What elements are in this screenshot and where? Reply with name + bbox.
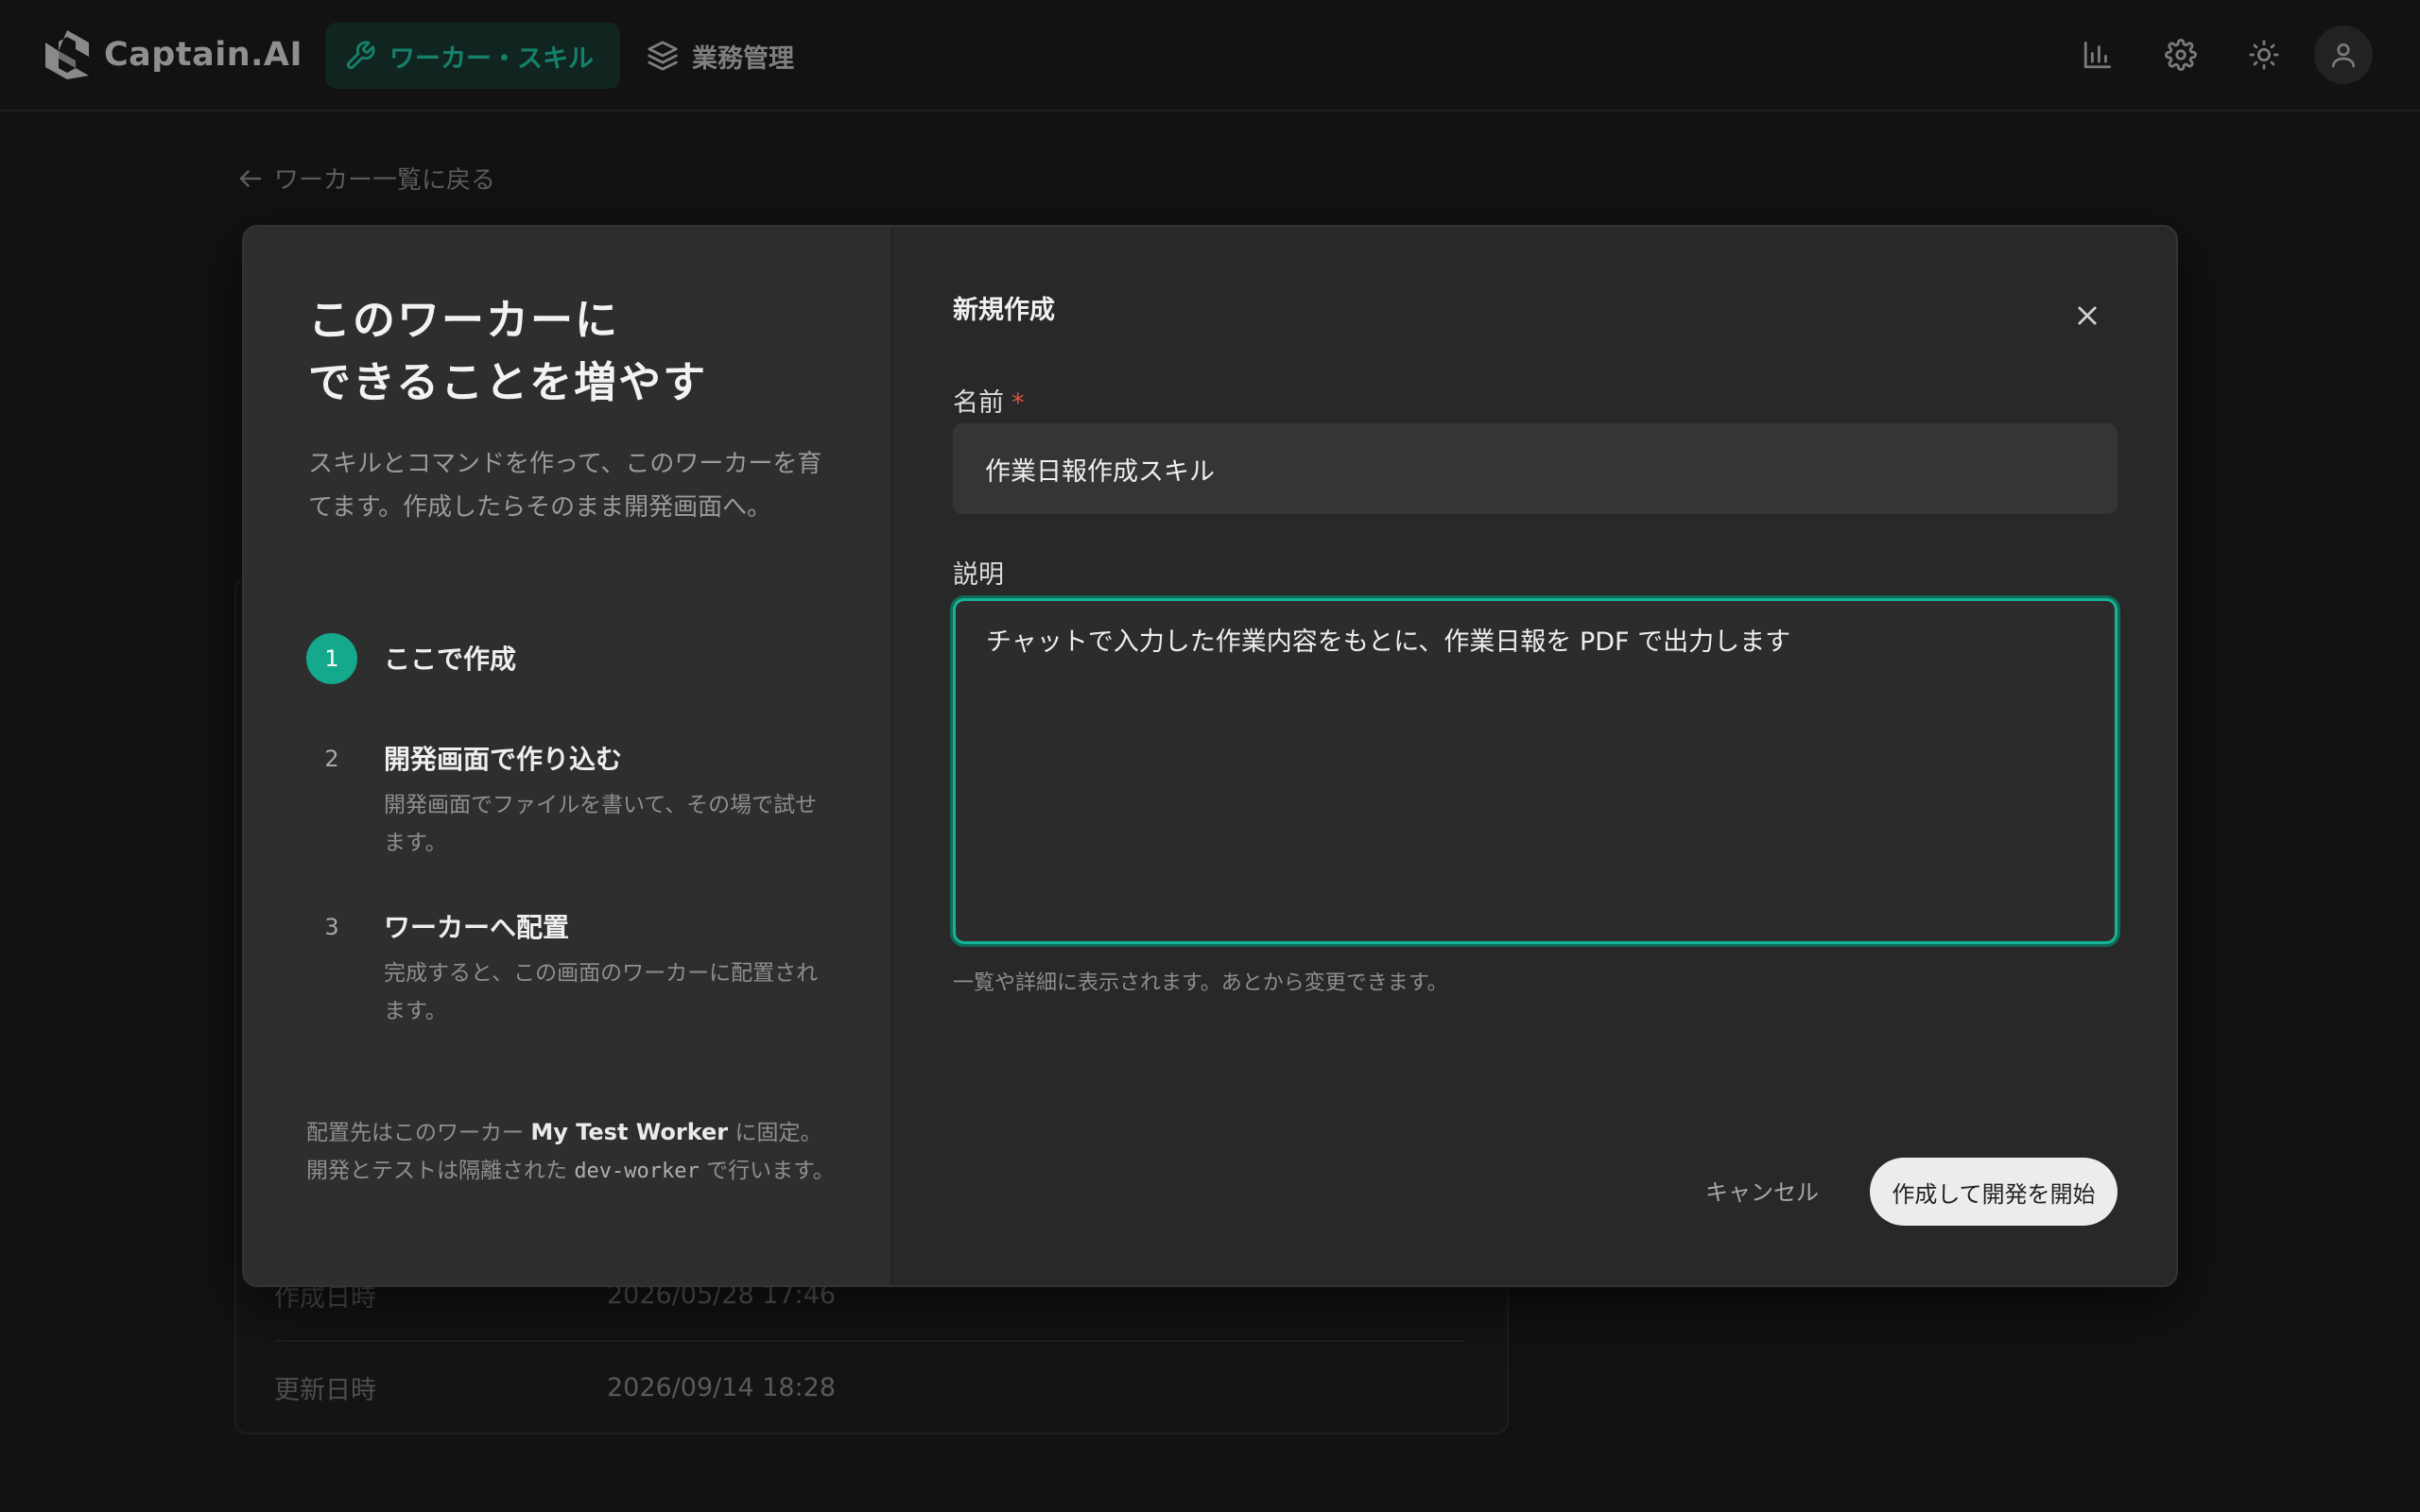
tab-label: 業務管理 [692,43,794,74]
gear-icon [2165,39,2197,71]
dev-worker-code: dev-worker [574,1160,700,1183]
description-hint: 一覧や詳細に表示されます。あとから変更できます。 [953,971,1448,995]
settings-button[interactable] [2162,36,2200,74]
create-skill-dialog: このワーカーに できることを増やす スキルとコマンドを作って、このワーカーを育て… [242,225,2178,1287]
wrench-icon [344,40,376,72]
dialog-heading: このワーカーに できることを増やす [308,289,838,414]
detail-value: 2026/09/14 18:28 [607,1372,837,1402]
form-title: 新規作成 [953,296,1055,325]
back-to-worker-list-link[interactable]: ワーカー一覧に戻る [236,161,495,196]
top-bar: Captain.AI ワーカー・スキル 業務管理 [0,0,2420,112]
step-description: 完成すると、この画面のワーカーに配置されます。 [384,961,819,1023]
note-text: で行います。 [699,1159,835,1183]
captain-logo-icon [43,28,91,81]
dialog-intro: スキルとコマンドを作って、このワーカーを育てます。作成したらそのまま開発画面へ。 [308,450,822,522]
close-icon [2074,302,2100,329]
description-label: 説明 [953,560,1004,590]
back-link-label: ワーカー一覧に戻る [274,166,496,195]
note-text: 配置先はこのワーカー [306,1121,531,1145]
step-1: 1 ここで作成 [306,633,836,690]
user-avatar-button[interactable] [2314,26,2373,84]
dialog-info-panel: このワーカーに できることを増やす スキルとコマンドを作って、このワーカーを育て… [244,227,892,1285]
sun-icon [2248,39,2280,71]
name-label: 名前 * [953,382,1025,419]
theme-toggle-button[interactable] [2245,36,2283,74]
analytics-button[interactable] [2079,36,2117,74]
detail-row-updated: 更新日時 2026/09/14 18:28 [274,1342,1465,1433]
step-title: 開発画面で作り込む [384,744,623,775]
step-3: 3 ワーカーへ配置 完成すると、この画面のワーカーに配置されます。 [306,902,836,1043]
step-number: 1 [306,633,357,684]
create-and-start-dev-button[interactable]: 作成して開発を開始 [1870,1158,2118,1226]
layers-icon [647,40,679,72]
required-mark: * [1011,388,1025,418]
tab-business-management[interactable]: 業務管理 [628,23,813,89]
close-button[interactable] [2068,297,2106,335]
brand[interactable]: Captain.AI [43,28,302,81]
step-title: ここで作成 [384,644,517,675]
step-title: ワーカーへ配置 [384,912,570,943]
tab-worker-skill[interactable]: ワーカー・スキル [325,23,620,89]
description-textarea[interactable]: チャットで入力した作業内容をもとに、作業日報を PDF で出力します [953,598,2118,944]
tab-label: ワーカー・スキル [389,43,594,74]
brand-name: Captain.AI [104,36,303,74]
step-2: 2 開発画面で作り込む 開発画面でファイルを書いて、その場で試せます。 [306,733,836,875]
cancel-button[interactable]: キャンセル [1700,1157,1824,1223]
deployment-note: 配置先はこのワーカー My Test Worker に固定。開発とテストは隔離さ… [306,1113,836,1191]
worker-name: My Test Worker [530,1119,729,1145]
step-number: 3 [324,914,339,940]
name-input[interactable] [953,423,2118,514]
step-description: 開発画面でファイルを書いて、その場で試せます。 [384,793,818,855]
user-icon [2328,40,2359,70]
name-label-text: 名前 [953,388,1004,418]
detail-label: 更新日時 [274,1375,376,1405]
arrow-left-icon [236,164,265,193]
bar-chart-icon [2082,39,2114,71]
heading-line-2: できることを増やす [308,357,708,407]
step-number: 2 [324,746,339,772]
heading-line-1: このワーカーに [308,295,620,345]
